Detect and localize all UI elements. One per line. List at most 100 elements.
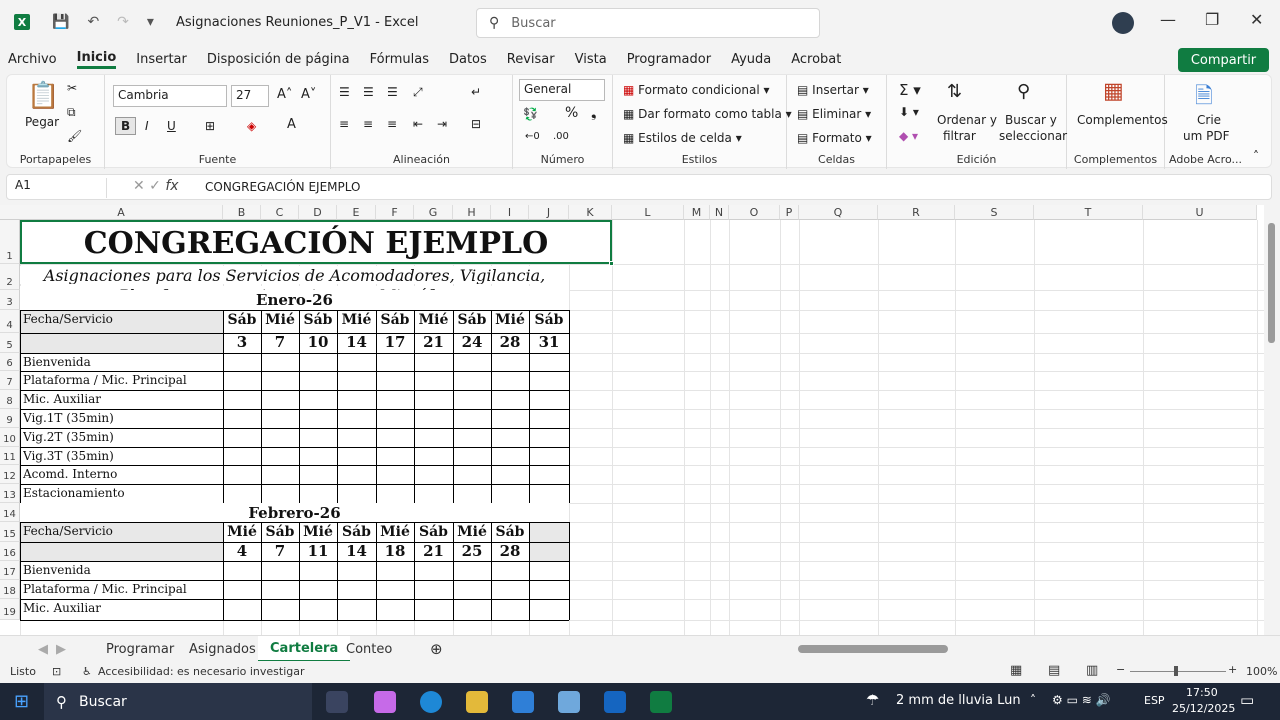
- row-header[interactable]: 7: [0, 371, 20, 390]
- zoom-slider-thumb[interactable]: [1174, 666, 1178, 676]
- redo-icon[interactable]: ↷: [117, 14, 129, 30]
- menu-acrobat[interactable]: Acrobat: [791, 52, 841, 67]
- find-select-label-1[interactable]: Buscar y: [1005, 113, 1057, 127]
- column-header[interactable]: B: [223, 205, 261, 220]
- date-cell[interactable]: 28: [491, 333, 529, 353]
- create-pdf-label-2[interactable]: um PDF: [1183, 129, 1230, 143]
- conditional-format-button[interactable]: ▦ Formato condicional ▾: [623, 83, 770, 97]
- formula-input[interactable]: CONGREGACIÓN EJEMPLO: [205, 180, 360, 194]
- service-label[interactable]: Plataforma / Mic. Principal: [23, 580, 223, 599]
- service-label[interactable]: Bienvenida: [23, 353, 223, 371]
- month-header[interactable]: Febrero-26: [20, 503, 569, 522]
- date-cell[interactable]: 21: [414, 542, 453, 561]
- date-cell[interactable]: 10: [299, 333, 337, 353]
- day-name-cell[interactable]: Mié: [376, 522, 414, 542]
- tray-icons[interactable]: ⚙ ▭ ≋ 🔊: [1052, 693, 1111, 707]
- fecha-servicio-label[interactable]: Fecha/Servicio: [23, 310, 223, 333]
- zoom-out-icon[interactable]: −: [1116, 663, 1125, 676]
- excel-taskbar-icon[interactable]: [650, 691, 672, 713]
- user-avatar[interactable]: [1112, 12, 1134, 34]
- fecha-servicio-label[interactable]: Fecha/Servicio: [23, 522, 223, 542]
- month-header[interactable]: Enero-26: [20, 290, 569, 310]
- column-header[interactable]: K: [569, 205, 612, 220]
- column-header[interactable]: H: [453, 205, 491, 220]
- service-label[interactable]: Plataforma / Mic. Principal: [23, 371, 223, 390]
- autosum-icon[interactable]: Σ ▾: [899, 81, 921, 99]
- save-icon[interactable]: 💾: [52, 14, 69, 30]
- menu-programador[interactable]: Programador: [627, 52, 711, 67]
- column-header[interactable]: P: [780, 205, 799, 220]
- delete-cells-button[interactable]: ▤ Eliminar ▾: [797, 107, 871, 121]
- date-cell[interactable]: 7: [261, 333, 299, 353]
- service-label[interactable]: Vig.1T (35min): [23, 409, 223, 428]
- row-header[interactable]: 14: [0, 503, 20, 522]
- vertical-scrollbar[interactable]: [1264, 205, 1280, 635]
- menu-disposicion[interactable]: Disposición de página: [207, 52, 350, 67]
- increase-decimal-icon[interactable]: ←0: [525, 131, 540, 142]
- macro-record-icon[interactable]: ⊡: [52, 665, 61, 678]
- accessibility-status[interactable]: Accesibilidad: es necesario investigar: [98, 665, 305, 678]
- column-header[interactable]: O: [729, 205, 780, 220]
- column-header[interactable]: N: [710, 205, 729, 220]
- date-cell[interactable]: 21: [414, 333, 453, 353]
- column-header[interactable]: A: [20, 205, 223, 220]
- file-explorer-icon[interactable]: [466, 691, 488, 713]
- accessibility-icon[interactable]: ♿: [82, 665, 92, 678]
- task-view-icon[interactable]: [326, 691, 348, 713]
- column-header[interactable]: T: [1034, 205, 1143, 220]
- row-header[interactable]: 11: [0, 447, 20, 465]
- sort-filter-label-2[interactable]: filtrar: [943, 129, 976, 143]
- date-cell[interactable]: 14: [337, 333, 376, 353]
- row-header[interactable]: 1: [0, 220, 20, 264]
- day-name-cell[interactable]: Mié: [453, 522, 491, 542]
- number-format-select[interactable]: General: [519, 79, 605, 101]
- subtitle-line-1[interactable]: Asignaciones para los Servicios de Acomo…: [20, 266, 569, 284]
- font-color-icon[interactable]: A: [287, 117, 296, 132]
- row-header[interactable]: 9: [0, 409, 20, 428]
- date-cell[interactable]: 25: [453, 542, 491, 561]
- day-name-cell[interactable]: Mié: [223, 522, 261, 542]
- title-cell[interactable]: CONGREGACIÓN EJEMPLO: [20, 220, 612, 264]
- service-label[interactable]: Estacionamiento: [23, 484, 223, 503]
- format-painter-icon[interactable]: 🖌: [67, 129, 82, 143]
- column-header[interactable]: F: [376, 205, 414, 220]
- align-bottom-icon[interactable]: ☰: [387, 85, 398, 99]
- addins-icon[interactable]: ▦: [1103, 79, 1124, 104]
- row-header[interactable]: 17: [0, 561, 20, 580]
- comma-icon[interactable]: ❟: [591, 105, 597, 121]
- row-header[interactable]: 19: [0, 599, 20, 620]
- day-name-cell[interactable]: Sáb: [491, 522, 529, 542]
- weather-text[interactable]: 2 mm de lluvia Lun: [896, 693, 1021, 708]
- sort-filter-label-1[interactable]: Ordenar y: [937, 113, 997, 127]
- date-cell[interactable]: 4: [223, 542, 261, 561]
- align-center-icon[interactable]: ≡: [363, 117, 373, 131]
- day-name-cell[interactable]: Sáb: [453, 310, 491, 333]
- date-cell[interactable]: 17: [376, 333, 414, 353]
- column-header[interactable]: I: [491, 205, 529, 220]
- insert-cells-button[interactable]: ▤ Insertar ▾: [797, 83, 869, 97]
- clock-date[interactable]: 25/12/2025: [1172, 702, 1235, 715]
- increase-indent-icon[interactable]: ⇥: [437, 117, 447, 131]
- service-label[interactable]: Mic. Auxiliar: [23, 599, 223, 620]
- row-header[interactable]: 5: [0, 333, 20, 353]
- day-name-cell[interactable]: Mié: [261, 310, 299, 333]
- windows-start-icon[interactable]: ⊞: [14, 691, 29, 712]
- fill-color-icon[interactable]: ◈: [247, 119, 256, 133]
- find-select-icon[interactable]: ⚲: [1017, 81, 1030, 102]
- day-name-cell[interactable]: Sáb: [376, 310, 414, 333]
- date-cell[interactable]: 7: [261, 542, 299, 561]
- tray-chevron-icon[interactable]: ˄: [1030, 693, 1036, 707]
- merge-center-icon[interactable]: ⊟: [471, 117, 481, 131]
- row-header[interactable]: 15: [0, 522, 20, 542]
- app-icon[interactable]: [558, 691, 580, 713]
- find-select-label-2[interactable]: seleccionar: [999, 129, 1067, 143]
- zoom-in-icon[interactable]: +: [1228, 663, 1237, 676]
- day-name-cell[interactable]: Sáb: [337, 522, 376, 542]
- day-name-cell[interactable]: Mié: [414, 310, 453, 333]
- row-header[interactable]: 2: [0, 264, 20, 290]
- date-cell[interactable]: 18: [376, 542, 414, 561]
- zoom-slider[interactable]: − +: [1116, 663, 1237, 677]
- page-layout-icon[interactable]: ▤: [1048, 663, 1060, 678]
- sort-filter-icon[interactable]: ⇅: [947, 81, 962, 102]
- date-cell[interactable]: 28: [491, 542, 529, 561]
